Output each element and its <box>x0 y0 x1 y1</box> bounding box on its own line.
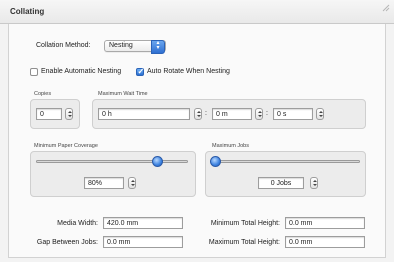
max-jobs-slider[interactable] <box>210 156 221 167</box>
paper-coverage-group <box>30 151 196 197</box>
section-header: Collating <box>0 0 394 24</box>
wait-minutes-field[interactable]: 0 m <box>212 108 252 120</box>
max-jobs-value: 0 Jobs <box>270 179 292 187</box>
max-total-height-label: Maximum Total Height: <box>208 239 280 246</box>
wait-hours-field[interactable]: 0 h <box>98 108 190 120</box>
media-width-value: 420.0 mm <box>107 219 139 227</box>
paper-coverage-track <box>36 160 188 163</box>
max-jobs-field[interactable]: 0 Jobs <box>258 177 304 189</box>
wait-separator-2: : <box>266 110 268 117</box>
wait-seconds-value: 0 s <box>277 110 287 118</box>
paper-coverage-field[interactable]: 80% <box>84 177 124 189</box>
gap-between-jobs-value: 0.0 mm <box>107 238 131 246</box>
gap-between-jobs-field[interactable]: 0.0 mm <box>103 236 183 248</box>
auto-rotate-checkbox[interactable] <box>136 67 144 76</box>
wait-minutes-stepper[interactable] <box>255 108 263 120</box>
copies-label: Copies <box>34 91 52 97</box>
copies-field[interactable]: 0 <box>36 108 62 120</box>
copies-value: 0 <box>40 110 44 118</box>
wait-seconds-stepper[interactable] <box>316 108 324 120</box>
enable-auto-nesting-label: Enable Automatic Nesting <box>41 68 122 75</box>
copies-stepper[interactable] <box>65 108 73 120</box>
gap-between-jobs-label: Gap Between Jobs: <box>36 239 98 246</box>
paper-coverage-value: 80% <box>88 179 103 187</box>
wait-seconds-field[interactable]: 0 s <box>273 108 313 120</box>
section-title: Collating <box>10 7 45 16</box>
max-jobs-label: Maximum Jobs <box>212 143 249 149</box>
min-total-height-value: 0.0 mm <box>289 219 313 227</box>
wait-hours-value: 0 h <box>102 110 112 118</box>
paper-coverage-label: Minimum Paper Coverage <box>34 143 98 149</box>
collation-method-value: Nesting <box>109 42 133 49</box>
collation-method-label: Collation Method: <box>36 42 91 49</box>
min-total-height-label: Minimum Total Height: <box>210 220 280 227</box>
max-total-height-value: 0.0 mm <box>289 238 313 246</box>
wait-separator-1: : <box>205 110 207 117</box>
max-jobs-track <box>210 160 360 163</box>
collation-method-select[interactable]: Nesting ▴ ▾ <box>104 40 166 54</box>
media-width-label: Media Width: <box>57 220 98 227</box>
up-down-arrows-icon: ▴ ▾ <box>151 40 165 54</box>
wait-hours-stepper[interactable] <box>194 108 202 120</box>
max-wait-time-label: Maximum Wait Time <box>98 91 148 97</box>
min-total-height-field[interactable]: 0.0 mm <box>285 217 365 229</box>
max-total-height-field[interactable]: 0.0 mm <box>285 236 365 248</box>
resize-grip-icon[interactable] <box>380 2 390 12</box>
paper-coverage-stepper[interactable] <box>128 177 136 189</box>
enable-auto-nesting-checkbox[interactable] <box>30 68 38 76</box>
auto-rotate-label: Auto Rotate When Nesting <box>147 68 230 75</box>
media-width-field[interactable]: 420.0 mm <box>103 217 183 229</box>
max-jobs-group <box>205 151 366 197</box>
wait-minutes-value: 0 m <box>216 110 228 118</box>
max-jobs-stepper[interactable] <box>310 177 318 189</box>
